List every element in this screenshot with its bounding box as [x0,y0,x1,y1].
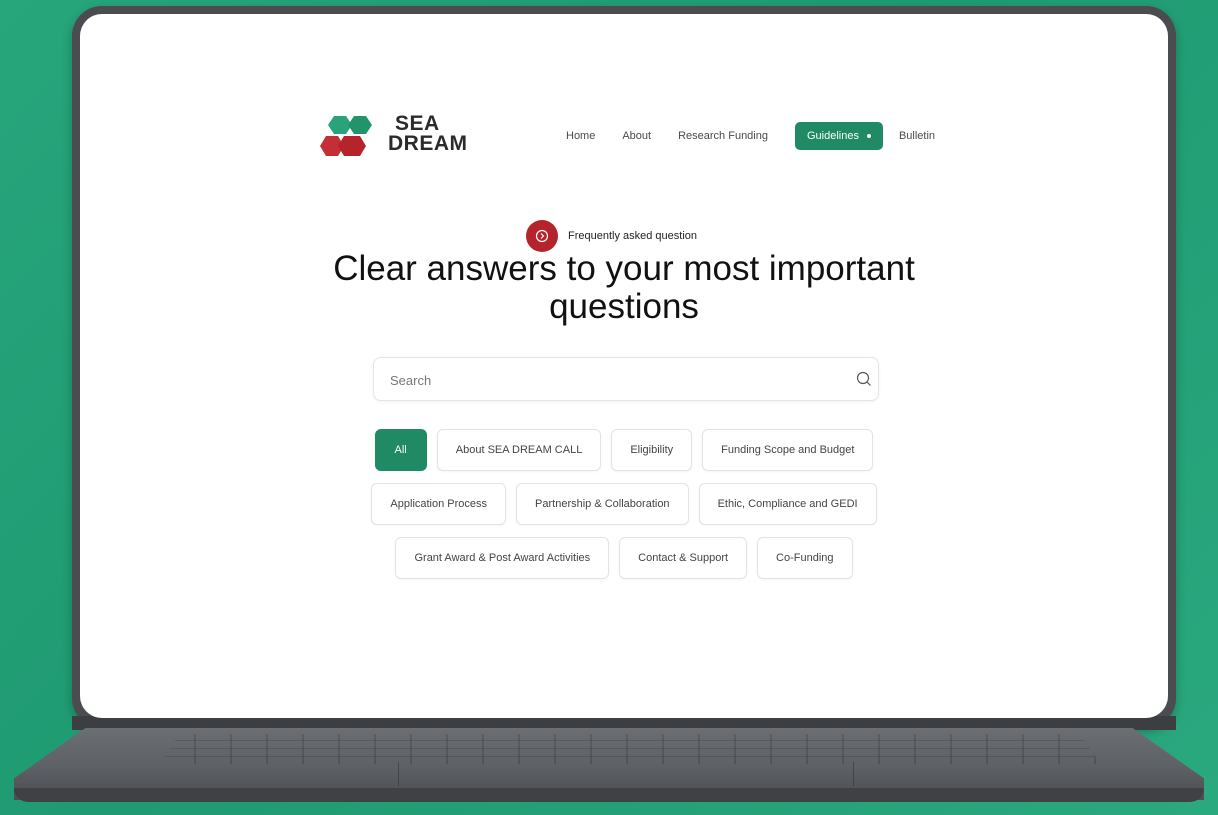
laptop-hinge [72,716,1176,730]
search-box [373,357,879,401]
laptop-keyboard [160,734,1100,764]
filter-co-funding[interactable]: Co-Funding [757,537,853,579]
active-dot-icon [866,134,871,138]
faq-badge: Frequently asked question [526,220,697,252]
laptop-base-edge [14,788,1204,802]
brand-logo[interactable]: SEA DREAM [320,112,467,160]
search-input[interactable] [388,368,832,392]
filter-grant-award[interactable]: Grant Award & Post Award Activities [395,537,610,579]
nav-guidelines[interactable]: Guidelines [794,122,883,150]
nav-home[interactable]: Home [566,130,595,142]
filter-all[interactable]: All [374,429,427,471]
main-nav: Home About Research Funding Guidelines B… [566,121,962,151]
nav-research-funding[interactable]: Research Funding [678,130,768,142]
filter-contact-support[interactable]: Contact & Support [619,537,748,579]
brand-line1: SEA [395,112,440,135]
filter-row-3: Grant Award & Post Award Activities Cont… [80,537,1168,579]
screen: SEA DREAM Home About Research Funding Gu… [80,14,1168,718]
filter-about-sea-dream-call[interactable]: About SEA DREAM CALL [436,429,602,471]
filter-eligibility[interactable]: Eligibility [611,429,693,471]
filter-application-process[interactable]: Application Process [371,483,507,525]
logo-hexagons-icon [320,116,372,156]
faq-badge-label: Frequently asked question [568,230,698,242]
filter-row-1: All About SEA DREAM CALL Eligibility Fun… [80,429,1168,471]
page-title: Clear answers to your most important que… [80,250,1168,326]
search-icon[interactable] [856,371,872,387]
laptop-trackpad [398,762,854,786]
brand-line2: DREAM [388,132,468,155]
nav-about[interactable]: About [622,130,651,142]
filter-partnership-collaboration[interactable]: Partnership & Collaboration [516,483,689,525]
nav-bulletin[interactable]: Bulletin [899,130,935,142]
page-title-line1: Clear answers to your most important [333,249,915,288]
page-title-line2: questions [549,287,699,326]
filter-row-2: Application Process Partnership & Collab… [80,483,1168,525]
filter-ethic-compliance-gedi[interactable]: Ethic, Compliance and GEDI [698,483,877,525]
filter-funding-scope-budget[interactable]: Funding Scope and Budget [702,429,874,471]
chevron-circle-icon [526,220,558,252]
nav-guidelines-label: Guidelines [806,130,859,142]
